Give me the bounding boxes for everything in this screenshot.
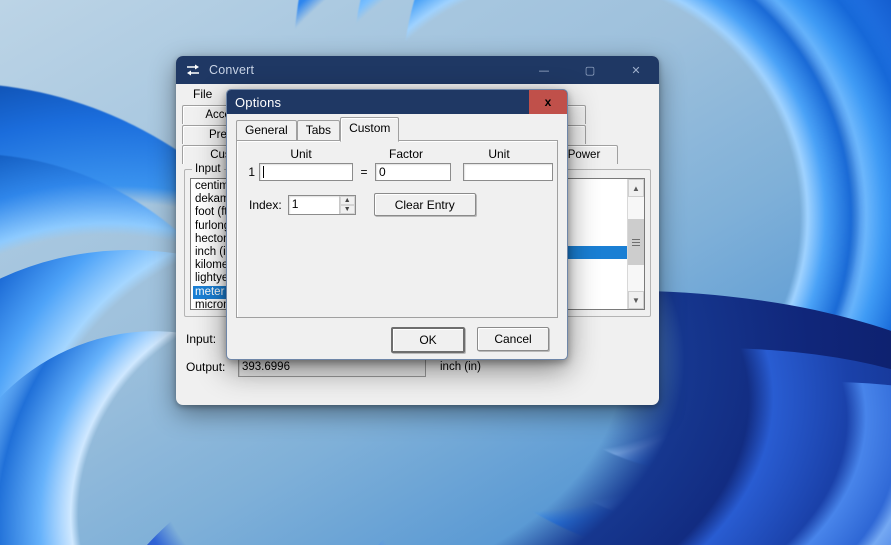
convert-titlebar[interactable]: Convert — ▢ ✕ — [176, 56, 659, 84]
factor-input[interactable]: 0 — [375, 163, 451, 181]
scroll-up-icon[interactable]: ▲ — [628, 179, 644, 197]
output-label: Output: — [186, 360, 226, 374]
tab-general[interactable]: General — [236, 120, 297, 141]
index-row: Index: 1 ▲ ▼ Clear Entry — [237, 181, 557, 216]
screen: Convert — ▢ ✕ File Options Help Accelera… — [0, 0, 891, 545]
menu-item-file[interactable]: File — [184, 87, 221, 101]
header-unit-left: Unit — [290, 147, 312, 161]
ok-button[interactable]: OK — [391, 327, 465, 353]
convert-window-title: Convert — [209, 63, 255, 77]
index-stepper[interactable]: 1 ▲ ▼ — [287, 194, 356, 215]
options-dialog-footer: OK Cancel — [236, 318, 558, 353]
minimize-button[interactable]: — — [521, 56, 567, 84]
maximize-button[interactable]: ▢ — [567, 56, 613, 84]
output-scrollbar[interactable]: ▲ ▼ — [627, 179, 644, 309]
scroll-thumb[interactable] — [628, 219, 644, 265]
close-button[interactable]: ✕ — [613, 56, 659, 84]
equals-sign: = — [360, 165, 368, 179]
scroll-down-icon[interactable]: ▼ — [628, 291, 644, 309]
output-value-field[interactable]: 393.6996 — [238, 357, 426, 377]
convert-arrows-icon — [185, 62, 201, 78]
custom-tab-panel: Unit Factor Unit 1 = 0 Index: 1 ▲ ▼ Clea… — [236, 140, 558, 318]
input-group-label: Input — [192, 163, 224, 175]
stepper-down-icon[interactable]: ▼ — [339, 204, 355, 214]
unit-right-input[interactable] — [463, 163, 553, 181]
header-factor: Factor — [388, 147, 423, 161]
options-dialog[interactable]: Options x General Tabs Custom Unit Facto… — [226, 89, 568, 360]
options-dialog-title: Options — [235, 94, 282, 110]
stepper-up-icon[interactable]: ▲ — [339, 195, 355, 205]
index-label: Index: — [249, 197, 282, 212]
index-value[interactable]: 1 — [289, 196, 339, 214]
output-row: Output: 393.6996 inch (in) — [186, 357, 651, 377]
row-number: 1 — [248, 165, 255, 179]
scroll-thumb-grip-icon — [632, 237, 640, 248]
options-dialog-body: General Tabs Custom Unit Factor Unit 1 = — [227, 114, 567, 353]
cancel-button[interactable]: Cancel — [477, 327, 549, 351]
tab-tabs[interactable]: Tabs — [296, 120, 341, 141]
header-unit-right: Unit — [488, 147, 510, 161]
options-titlebar[interactable]: Options x — [227, 90, 567, 114]
unit-left-input[interactable] — [259, 163, 353, 181]
text-caret-icon — [263, 166, 264, 178]
index-stepper-arrows: ▲ ▼ — [338, 195, 355, 214]
clear-entry-button[interactable]: Clear Entry — [373, 193, 476, 216]
custom-entry-row: 1 = 0 — [237, 161, 557, 181]
scroll-track[interactable] — [628, 197, 644, 291]
custom-column-headers: Unit Factor Unit — [237, 141, 557, 161]
tab-custom-active[interactable]: Custom — [340, 117, 400, 142]
output-unit-label: inch (in) — [440, 361, 481, 373]
options-tabstrip: General Tabs Custom — [236, 117, 558, 142]
options-close-button[interactable]: x — [529, 90, 567, 114]
convert-caption-buttons: — ▢ ✕ — [521, 56, 659, 84]
